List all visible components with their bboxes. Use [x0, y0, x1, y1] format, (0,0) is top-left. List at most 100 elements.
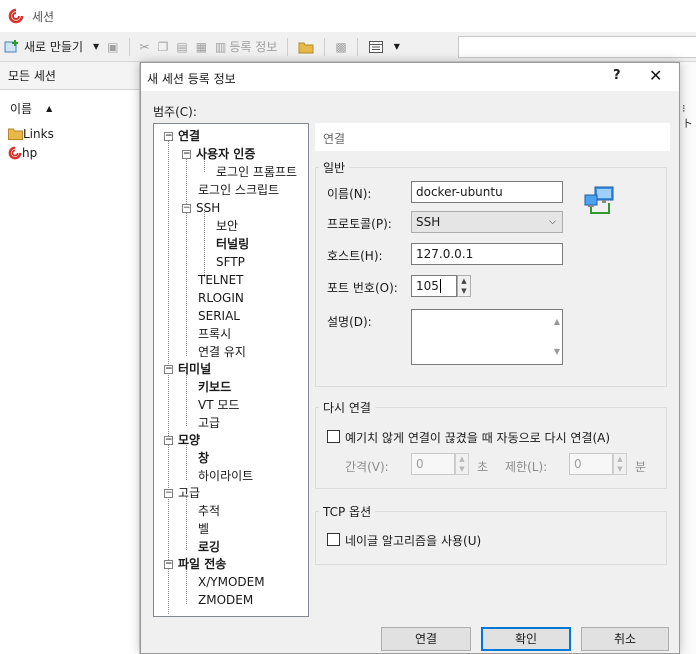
interval-spinner[interactable]: ▲ ▼ [455, 453, 469, 475]
nagle-label[interactable]: 네이글 알고리즘을 사용(U) [345, 532, 481, 549]
sort-ascending-icon: ▲ [46, 103, 53, 113]
chevron-down-icon: ⌵ [549, 217, 556, 227]
tree-node-keepalive[interactable]: 연결 유지 [198, 344, 246, 361]
protocol-value: SSH [416, 215, 441, 229]
spin-up-icon[interactable]: ▲ [614, 454, 626, 464]
protocol-select[interactable]: SSH ⌵ [411, 211, 563, 233]
port-input[interactable]: 105 [411, 275, 457, 297]
tree-node-telnet[interactable]: TELNET [198, 272, 244, 289]
tree-node-zmodem[interactable]: ZMODEM [198, 592, 253, 609]
new-session-dialog: 새 세션 등록 정보 ? ✕ 범주(C): − 연결 − 사용자 인증 로그인 … [140, 62, 680, 654]
interval-input[interactable]: 0 [411, 453, 455, 475]
tree-node-connection[interactable]: − 연결 [164, 128, 200, 145]
tree-node-vt-mode[interactable]: VT 모드 [198, 397, 239, 414]
delete-icon[interactable]: ▦ [192, 36, 211, 58]
main-toolbar: 새로 만들기 ▼ ▣ ✂ ❐ ▤ ▦ ▥ 등록 정보 ▩ ▼ [0, 32, 696, 62]
tree-collapse-icon[interactable]: − [164, 560, 173, 569]
tree-node-user-auth[interactable]: − 사용자 인증 [182, 146, 255, 163]
scroll-up-icon[interactable]: ▲ [554, 312, 560, 332]
session-item-links[interactable]: Links [0, 124, 139, 143]
tree-node-keyboard[interactable]: 키보드 [198, 379, 231, 396]
tree-node-security[interactable]: 보안 [216, 218, 238, 235]
view-dropdown-arrow-icon[interactable]: ▼ [394, 42, 400, 51]
tree-node-terminal[interactable]: − 터미널 [164, 361, 211, 378]
tree-collapse-icon[interactable]: − [164, 436, 173, 445]
tree-node-appearance[interactable]: − 모양 [164, 432, 200, 449]
tree-connector [186, 496, 187, 550]
port-spinner[interactable]: ▲ ▼ [457, 275, 471, 297]
spin-down-icon[interactable]: ▼ [458, 286, 470, 296]
tree-node-advanced[interactable]: − 고급 [164, 485, 200, 502]
reconnect-group-title: 다시 연결 [319, 399, 375, 416]
cancel-button[interactable]: 취소 [581, 627, 669, 651]
category-label: 범주(C): [153, 105, 197, 119]
ok-button[interactable]: 확인 [481, 627, 571, 651]
tree-node-login-script[interactable]: 로그인 스크립트 [198, 182, 279, 199]
tree-collapse-icon[interactable]: − [182, 150, 191, 159]
tree-node-login-prompt[interactable]: 로그인 프롬프트 [216, 164, 297, 181]
name-input[interactable]: docker-ubuntu [411, 181, 563, 203]
name-column-header[interactable]: 이름 ▲ [0, 96, 139, 120]
tree-node-xymodem[interactable]: X/YMODEM [198, 574, 265, 591]
view-icon[interactable] [368, 39, 384, 55]
tree-node-window[interactable]: 창 [198, 450, 209, 467]
tree-collapse-icon[interactable]: − [164, 365, 173, 374]
tree-node-highlight[interactable]: 하이라이트 [198, 468, 253, 485]
properties-icon[interactable]: ▣ [103, 36, 122, 58]
tree-node-bell[interactable]: 벨 [198, 521, 209, 538]
address-input[interactable] [458, 36, 696, 58]
copy-icon[interactable]: ❐ [154, 36, 173, 58]
tree-collapse-icon[interactable]: − [164, 489, 173, 498]
toolbar-separator [324, 37, 326, 56]
window-title: 세션 [32, 9, 55, 24]
session-panel: 모든 세션 이름 ▲ Links hp [0, 62, 140, 654]
paste-icon[interactable]: ▤ [172, 36, 191, 58]
spin-down-icon[interactable]: ▼ [614, 464, 626, 474]
tree-node-rlogin[interactable]: RLOGIN [198, 290, 244, 307]
tree-node-tunneling[interactable]: 터널링 [216, 236, 249, 253]
scroll-down-icon[interactable]: ▼ [554, 342, 560, 362]
tree-node-trace[interactable]: 추적 [198, 503, 220, 520]
tree-node-logging[interactable]: 로깅 [198, 539, 220, 556]
list-column-fragment: ⁝ ト [682, 102, 693, 130]
print-icon[interactable]: ▩ [331, 36, 350, 58]
description-textarea[interactable]: ▲ ▼ [411, 309, 563, 365]
spin-up-icon[interactable]: ▲ [458, 276, 470, 286]
tree-node-file-transfer[interactable]: − 파일 전송 [164, 556, 226, 573]
network-computer-icon [584, 186, 614, 214]
tree-node-proxy[interactable]: 프록시 [198, 326, 231, 343]
tree-node-label: 파일 전송 [178, 557, 227, 571]
cut-icon[interactable]: ✂ [136, 36, 154, 58]
tree-collapse-icon[interactable]: − [182, 204, 191, 213]
limit-input[interactable]: 0 [569, 453, 613, 475]
help-button[interactable]: ? [613, 68, 621, 83]
limit-unit: 분 [635, 460, 647, 474]
limit-spinner[interactable]: ▲ ▼ [613, 453, 627, 475]
auto-reconnect-checkbox[interactable] [327, 430, 340, 443]
host-input[interactable]: 127.0.0.1 [411, 243, 563, 265]
folder-icon[interactable] [298, 39, 314, 55]
section-title: 연결 [323, 132, 346, 146]
spin-down-icon[interactable]: ▼ [456, 464, 468, 474]
port-label: 포트 번호(O): [327, 281, 398, 295]
connect-button[interactable]: 연결 [381, 627, 471, 651]
spin-up-icon[interactable]: ▲ [456, 454, 468, 464]
session-item-label: hp [22, 145, 38, 160]
auto-reconnect-label[interactable]: 예기치 않게 연결이 끊겼을 때 자동으로 다시 연결(A) [345, 429, 610, 446]
close-icon[interactable]: ✕ [649, 66, 662, 85]
new-dropdown-arrow-icon[interactable]: ▼ [93, 42, 99, 51]
tree-node-serial[interactable]: SERIAL [198, 308, 240, 325]
nagle-checkbox[interactable] [327, 533, 340, 546]
tree-connector [186, 156, 187, 356]
tree-collapse-icon[interactable]: − [164, 132, 173, 141]
session-item-hp[interactable]: hp [0, 143, 139, 162]
text-cursor [439, 279, 441, 293]
tree-node-terminal-advanced[interactable]: 고급 [198, 415, 220, 432]
tree-node-sftp[interactable]: SFTP [216, 254, 245, 271]
tree-node-ssh[interactable]: − SSH [182, 200, 220, 217]
general-group-title: 일반 [319, 159, 350, 176]
category-tree[interactable]: − 연결 − 사용자 인증 로그인 프롬프트 로그인 스크립트 − SSH 보안… [153, 123, 309, 617]
new-session-button[interactable]: 새로 만들기 ▼ [0, 36, 103, 58]
tree-node-label: 고급 [178, 486, 201, 500]
register-info-button[interactable]: ▥ 등록 정보 [211, 36, 281, 58]
